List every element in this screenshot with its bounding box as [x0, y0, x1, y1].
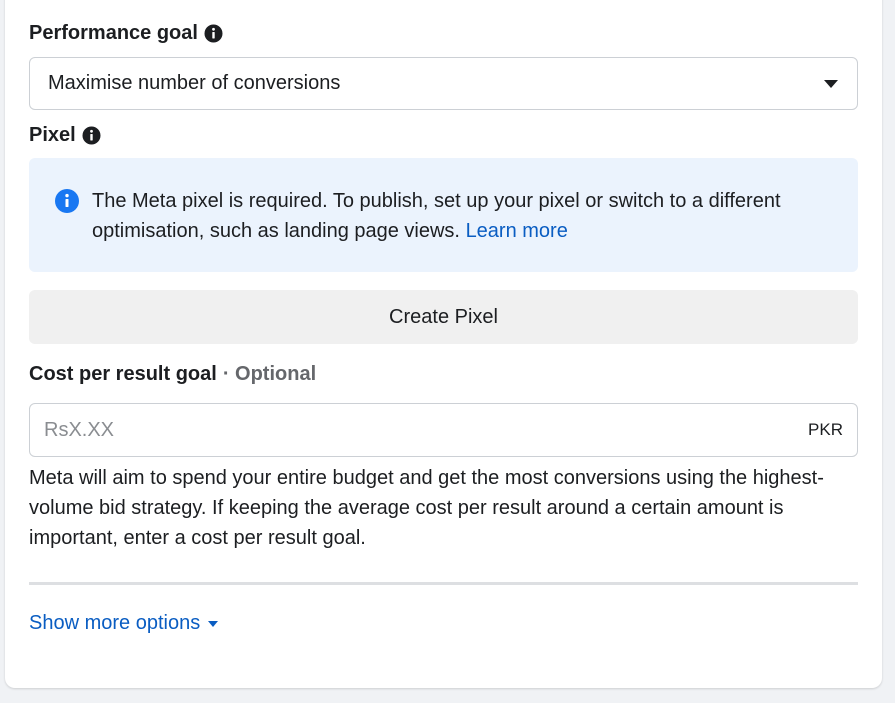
- pixel-required-notice: The Meta pixel is required. To publish, …: [29, 158, 858, 272]
- learn-more-link[interactable]: Learn more: [466, 220, 568, 242]
- create-pixel-button[interactable]: Create Pixel: [29, 290, 858, 344]
- performance-goal-select[interactable]: Maximise number of conversions: [29, 57, 858, 110]
- performance-goal-label: Performance goal: [29, 22, 223, 45]
- info-circle-icon: [55, 189, 79, 213]
- pixel-label: Pixel: [29, 124, 101, 147]
- caret-down-icon: [823, 79, 839, 89]
- performance-goal-value: Maximise number of conversions: [48, 72, 341, 94]
- info-icon[interactable]: [204, 24, 223, 43]
- info-icon[interactable]: [82, 126, 101, 145]
- cost-goal-helper-text: Meta will aim to spend your entire budge…: [29, 467, 824, 549]
- cost-goal-label: Cost per result goal · Optional: [29, 363, 317, 385]
- divider: [29, 582, 858, 585]
- cost-goal-field: PKR: [29, 403, 858, 457]
- cost-goal-input[interactable]: [44, 418, 809, 442]
- caret-down-icon: [207, 620, 219, 628]
- show-more-options-link[interactable]: Show more options: [29, 612, 219, 635]
- notice-text: The Meta pixel is required. To publish, …: [92, 190, 781, 242]
- currency-label: PKR: [808, 420, 843, 439]
- campaign-settings-card: Performance goal Maximise number of conv…: [5, 0, 882, 688]
- optional-tag: · Optional: [222, 363, 317, 385]
